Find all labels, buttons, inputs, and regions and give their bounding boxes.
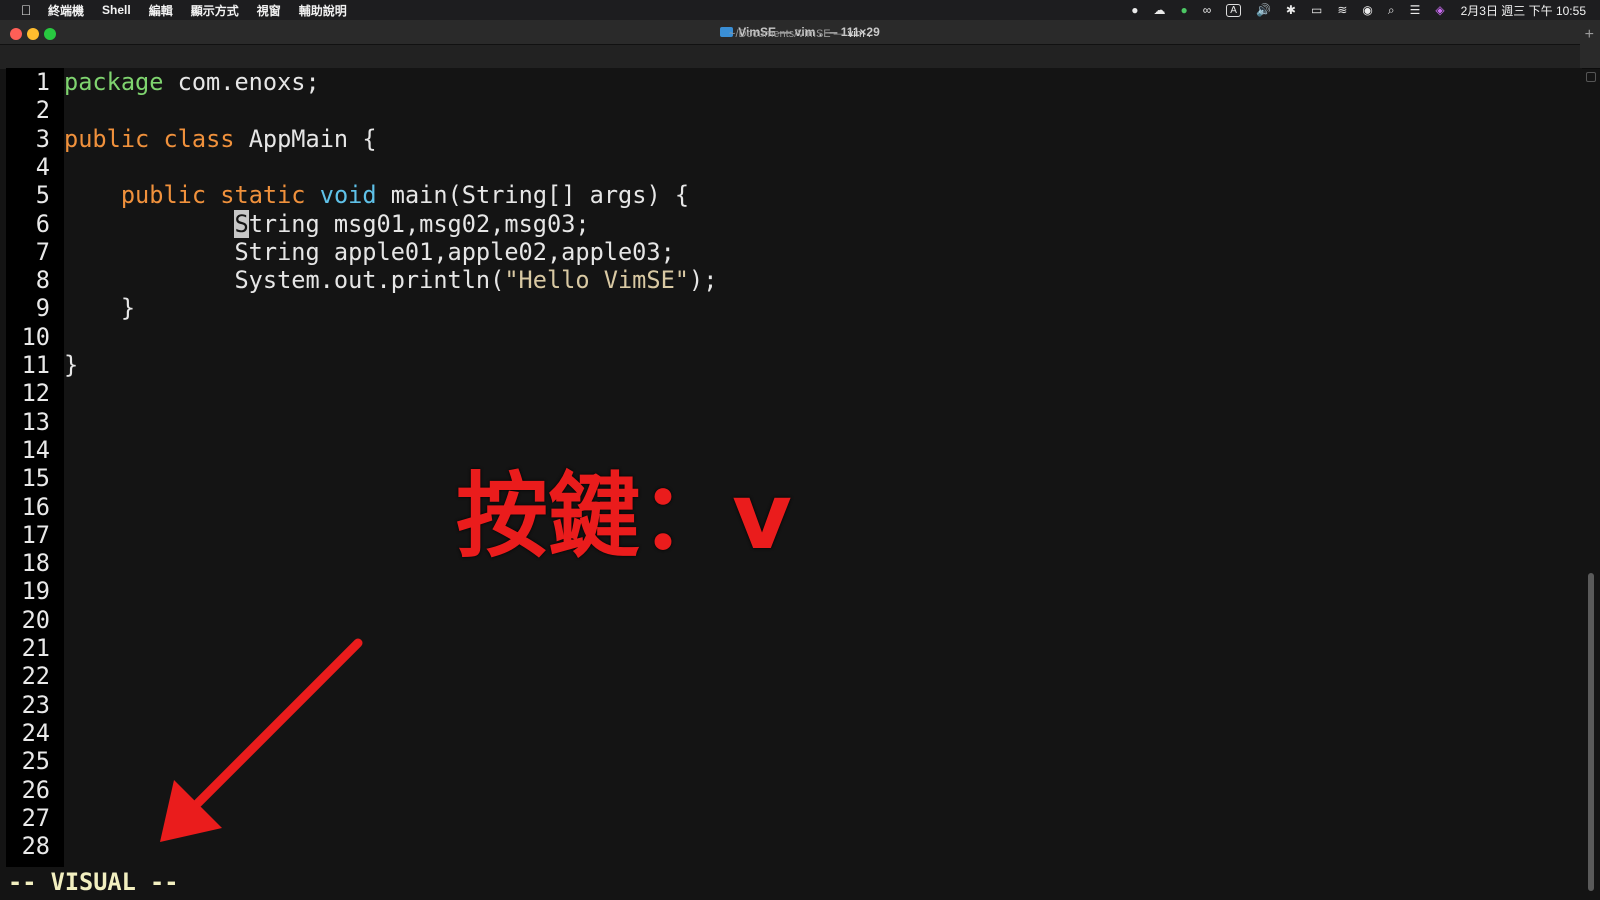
tab-command: vim . [847, 28, 871, 40]
code-line-9[interactable]: } [64, 294, 135, 322]
wifi-icon[interactable]: ≋ [1337, 3, 1347, 17]
menu-view[interactable]: 顯示方式 [191, 2, 239, 19]
line-number: 25 [21, 747, 50, 776]
scrollbar-thumb[interactable] [1588, 573, 1594, 891]
menu-window[interactable]: 視窗 [257, 2, 281, 19]
terminal-vim-editor[interactable]: 1 2 3 4 5 6 7 8 9 10 11 12 13 14 15 16 17 18 19 20 21 22 23 24 2… [6, 68, 1582, 896]
menu-terminal[interactable]: 終端機 [48, 2, 84, 19]
menu-bar:  終端機 Shell 編輯 顯示方式 視窗 輔助說明 ● ☁ ● ∞ A 🔊 … [0, 0, 1600, 20]
user-icon[interactable]: ◉ [1362, 3, 1372, 17]
annotation-keypress-label: 按鍵：v [456, 463, 792, 570]
spotlight-search-icon[interactable]: ⌕ [1388, 3, 1395, 18]
line-number: 11 [21, 351, 50, 379]
cloud-upload-icon[interactable]: ☁ [1153, 3, 1165, 17]
line-number: 23 [21, 690, 50, 719]
tab-bar [0, 44, 1580, 69]
scrollbar-top-marker [1586, 72, 1596, 82]
code-line-6[interactable]: String msg01,msg02,msg03; [64, 209, 590, 238]
line-number: 14 [21, 435, 50, 464]
line-number: 3 [35, 124, 50, 153]
code-text: com.enoxs; [163, 68, 320, 96]
string-literal: "Hello VimSE" [504, 266, 690, 295]
glasses-icon[interactable]: ∞ [1203, 3, 1212, 17]
tab-path: ~/Documents/VimSE — [729, 28, 848, 40]
input-source-icon[interactable]: A [1226, 3, 1241, 17]
code-line-1[interactable]: package com.enoxs; [64, 68, 320, 96]
line-number: 4 [35, 152, 50, 181]
line-number: 27 [21, 803, 50, 832]
line-number: 5 [35, 181, 50, 210]
line-number: 12 [21, 379, 50, 408]
vim-mode-indicator: -- VISUAL -- [8, 868, 179, 896]
line-number: 2 [35, 96, 50, 125]
keyword: class [163, 124, 235, 153]
code-text: System.out.println( [64, 266, 505, 295]
code-line-8[interactable]: System.out.println("Hello VimSE"); [64, 266, 717, 294]
code-line-7[interactable]: String apple01,apple02,apple03; [64, 238, 674, 266]
new-tab-button[interactable]: + [1585, 26, 1594, 44]
battery-icon[interactable]: ▭ [1311, 3, 1322, 17]
line-number: 20 [21, 605, 50, 634]
code-line-11[interactable]: } [64, 351, 78, 379]
line-number: 24 [21, 718, 50, 747]
line-number: 6 [35, 209, 50, 238]
line-number: 18 [21, 549, 50, 578]
tab-title[interactable]: ~/Documents/VimSE — vim . [0, 28, 1600, 40]
menu-edit[interactable]: 編輯 [149, 2, 173, 19]
line-number: 8 [35, 266, 50, 295]
keyword: public [120, 181, 207, 210]
line-number: 22 [21, 662, 50, 691]
code-text: ); [689, 266, 718, 295]
line-number: 9 [35, 294, 50, 323]
bluetooth-icon[interactable]: ✱ [1286, 3, 1296, 17]
menu-help[interactable]: 輔助說明 [299, 2, 347, 19]
line-number: 15 [21, 464, 50, 493]
line-number: 21 [21, 634, 50, 662]
keyword: public [64, 124, 150, 153]
keyword: package [64, 68, 164, 96]
control-center-icon[interactable]: ☰ [1410, 3, 1421, 17]
keyword: static [220, 181, 306, 210]
text-cursor: S [234, 209, 249, 238]
line-app-icon[interactable]: ● [1180, 3, 1187, 17]
line-number: 1 [35, 68, 50, 96]
line-number: 19 [21, 577, 50, 606]
line-number: 16 [21, 492, 50, 521]
code-text: main(String[] args) { [376, 181, 690, 210]
menu-clock[interactable]: 2月3日 週三 下午 10:55 [1461, 2, 1586, 19]
line-number: 7 [35, 237, 50, 266]
record-icon[interactable]: ● [1131, 3, 1138, 17]
scrollbar[interactable] [1584, 68, 1596, 894]
code-line-3[interactable]: public class AppMain { [64, 125, 377, 153]
line-number: 17 [21, 520, 50, 549]
line-number: 26 [21, 775, 50, 804]
code-line-5[interactable]: public static void main(String[] args) { [64, 181, 689, 209]
siri-icon[interactable]: ◈ [1435, 3, 1444, 17]
line-number: 10 [21, 322, 50, 351]
volume-icon[interactable]: 🔊 [1256, 3, 1271, 17]
code-text: tring msg01,msg02,msg03; [248, 209, 590, 238]
line-number: 28 [21, 832, 50, 861]
keyword: void [319, 181, 377, 210]
line-number: 13 [21, 407, 50, 436]
menu-shell[interactable]: Shell [102, 3, 131, 17]
apple-icon[interactable]:  [16, 2, 36, 18]
code-text: AppMain { [234, 124, 377, 153]
